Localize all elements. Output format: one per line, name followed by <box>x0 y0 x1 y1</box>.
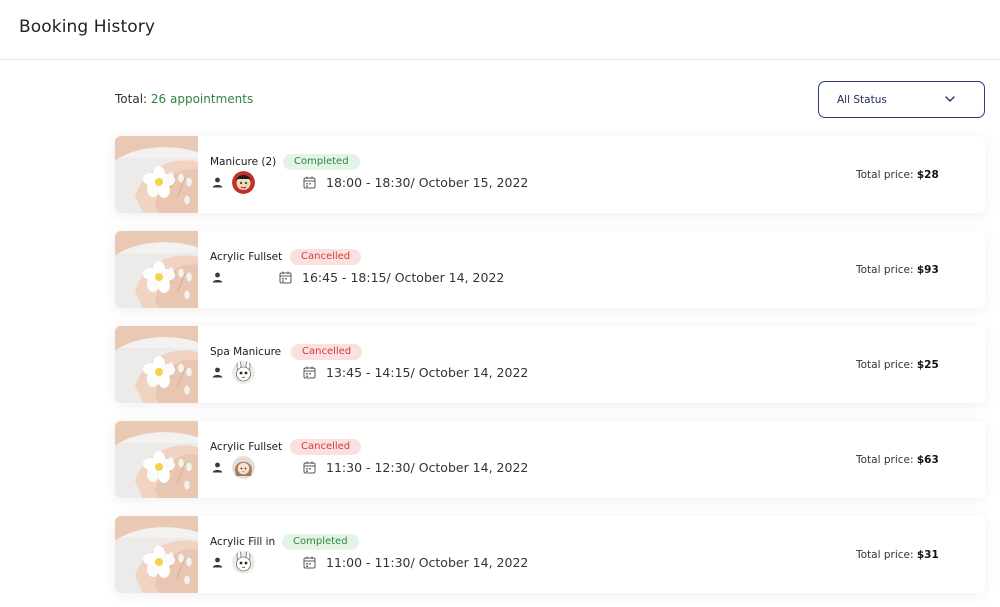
calendar-icon <box>303 366 316 379</box>
page-header: Booking History <box>0 0 1000 60</box>
calendar-icon <box>303 176 316 189</box>
staff-avatar <box>232 361 255 384</box>
nail-photo-illustration <box>115 516 198 593</box>
price-value: $31 <box>916 549 939 561</box>
total-price: Total price: $63 <box>856 454 939 466</box>
person-icon <box>212 367 223 378</box>
service-name: Acrylic Fill in <box>210 536 276 548</box>
booking-card[interactable]: Acrylic Fullset Cancelled 16:45 - 18:15/… <box>115 231 985 308</box>
person-icon <box>212 177 223 188</box>
calendar-icon <box>303 556 316 569</box>
status-badge: Completed <box>282 534 359 550</box>
appointment-time: 18:00 - 18:30/ October 15, 2022 <box>326 175 529 190</box>
price-value: $25 <box>916 359 939 371</box>
status-badge: Cancelled <box>291 344 363 360</box>
service-name: Acrylic Fullset <box>210 251 283 263</box>
appointment-time: 13:45 - 14:15/ October 14, 2022 <box>326 365 529 380</box>
service-thumbnail <box>115 326 198 403</box>
nail-photo-illustration <box>115 136 198 213</box>
total-price: Total price: $31 <box>856 549 939 561</box>
nail-photo-illustration <box>115 231 198 308</box>
booking-card[interactable]: Acrylic Fill in Completed 11:00 - 11:30/… <box>115 516 985 593</box>
appointment-time: 11:30 - 12:30/ October 14, 2022 <box>326 460 529 475</box>
total-price: Total price: $93 <box>856 264 939 276</box>
person-icon <box>212 462 223 473</box>
total-label: Total: <box>115 92 148 106</box>
total-price: Total price: $28 <box>856 169 939 181</box>
staff-avatar <box>232 456 255 479</box>
service-thumbnail <box>115 516 198 593</box>
price-value: $28 <box>916 169 939 181</box>
person-icon <box>212 557 223 568</box>
chevron-down-icon <box>945 96 955 102</box>
total-count: 26 appointments <box>150 92 254 106</box>
status-badge: Cancelled <box>290 249 362 265</box>
total-price: Total price: $25 <box>856 359 939 371</box>
nail-photo-illustration <box>115 326 198 403</box>
booking-card[interactable]: Acrylic Fullset Cancelled 11:30 - 12:30/… <box>115 421 985 498</box>
staff-avatar <box>232 171 255 194</box>
person-icon <box>212 272 223 283</box>
status-badge: Completed <box>283 154 360 170</box>
appointment-time: 16:45 - 18:15/ October 14, 2022 <box>302 270 505 285</box>
booking-card[interactable]: Spa Manicure Cancelled 13:45 - 14:15/ Oc… <box>115 326 985 403</box>
total-appointments: Total: 26 appointments <box>115 92 253 106</box>
price-value: $63 <box>916 454 939 466</box>
staff-avatar <box>232 551 255 574</box>
service-name: Spa Manicure <box>210 346 282 358</box>
price-value: $93 <box>916 264 939 276</box>
status-filter-value: All Status <box>837 94 887 106</box>
nail-photo-illustration <box>115 421 198 498</box>
service-thumbnail <box>115 136 198 213</box>
page-title: Booking History <box>19 17 155 37</box>
service-name: Manicure (2) <box>210 156 277 168</box>
status-badge: Cancelled <box>290 439 362 455</box>
service-thumbnail <box>115 231 198 308</box>
service-thumbnail <box>115 421 198 498</box>
appointment-time: 11:00 - 11:30/ October 14, 2022 <box>326 555 529 570</box>
status-filter-dropdown[interactable]: All Status <box>818 81 985 118</box>
calendar-icon <box>303 461 316 474</box>
service-name: Acrylic Fullset <box>210 441 283 453</box>
calendar-icon <box>279 271 292 284</box>
booking-card[interactable]: Manicure (2) Completed 18:00 - 18:30/ Oc… <box>115 136 985 213</box>
